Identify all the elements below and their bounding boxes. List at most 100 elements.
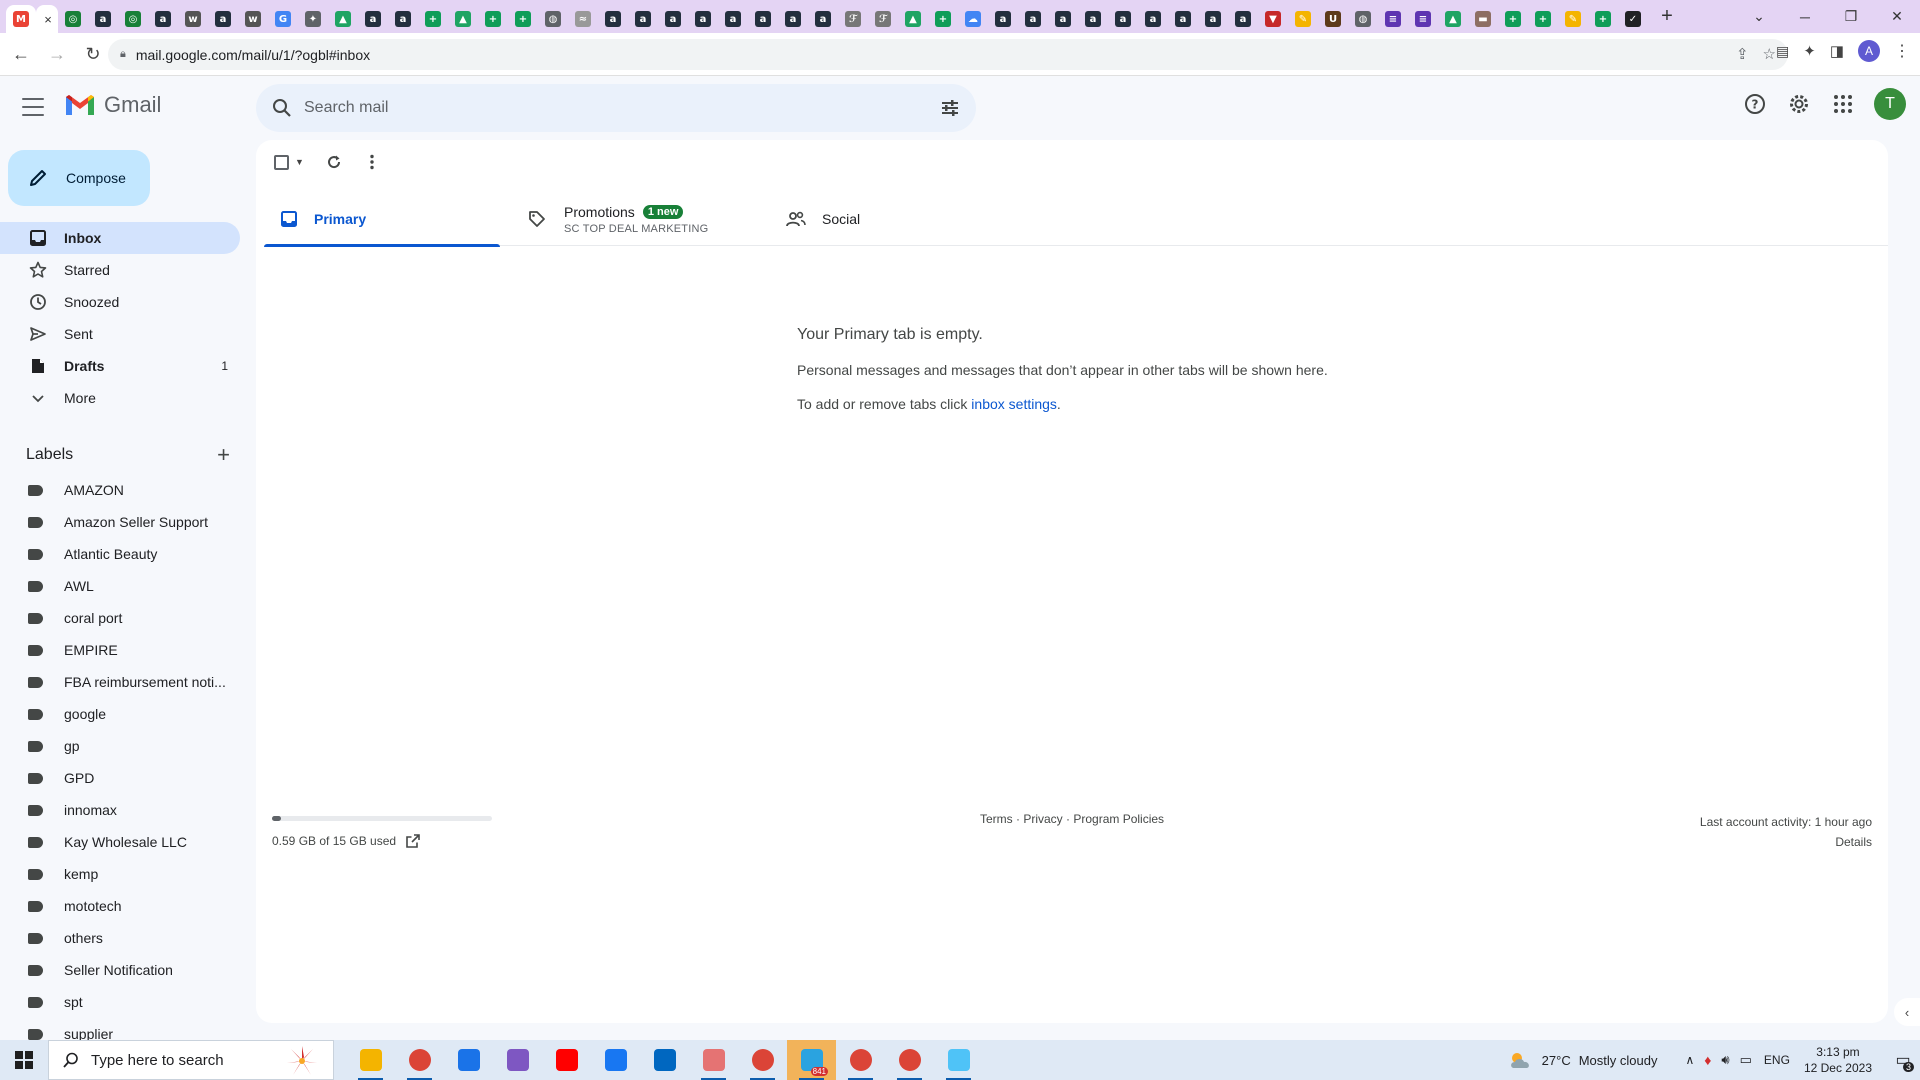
browser-profile-avatar[interactable]: A: [1858, 40, 1880, 62]
browser-tab[interactable]: ☁: [958, 5, 988, 33]
browser-tab[interactable]: a: [628, 5, 658, 33]
new-tab-button[interactable]: +: [1652, 5, 1682, 28]
browser-tab[interactable]: a: [1168, 5, 1198, 33]
chrome-profile-taskbar-button[interactable]: [395, 1040, 444, 1080]
browser-tab[interactable]: ✦: [298, 5, 328, 33]
settings-gear-icon[interactable]: [1786, 91, 1812, 117]
volume-icon[interactable]: 🔊︎: [1721, 1052, 1729, 1068]
clock[interactable]: 3:13 pm 12 Dec 2023: [1804, 1044, 1872, 1076]
browser-tab[interactable]: a: [748, 5, 778, 33]
label-item[interactable]: Atlantic Beauty: [0, 538, 240, 570]
browser-tab[interactable]: +: [478, 5, 508, 33]
facebook-taskbar-button[interactable]: [591, 1040, 640, 1080]
label-item[interactable]: EMPIRE: [0, 634, 240, 666]
close-window-button[interactable]: ✕: [1874, 0, 1920, 33]
browser-tab[interactable]: U: [1318, 5, 1348, 33]
tab-primary[interactable]: Primary: [264, 192, 500, 247]
label-item[interactable]: Seller Notification: [0, 954, 240, 986]
browser-tab[interactable]: a: [358, 5, 388, 33]
browser-menu-icon[interactable]: ⋮: [1894, 41, 1910, 61]
browser-tab[interactable]: ≡: [1378, 5, 1408, 33]
browser-tab[interactable]: a: [658, 5, 688, 33]
side-panel-icon[interactable]: ◨: [1830, 42, 1844, 60]
side-panel-toggle-icon[interactable]: ‹: [1894, 998, 1920, 1026]
back-button[interactable]: ←: [6, 39, 36, 69]
more-options-icon[interactable]: [364, 154, 380, 170]
browser-tab[interactable]: a: [88, 5, 118, 33]
browser-tab[interactable]: a: [688, 5, 718, 33]
sidebar-item-inbox[interactable]: Inbox: [0, 222, 240, 254]
label-item[interactable]: kemp: [0, 858, 240, 890]
privacy-link[interactable]: Privacy: [1023, 812, 1062, 826]
compose-button[interactable]: Compose: [8, 150, 150, 206]
account-avatar[interactable]: T: [1874, 88, 1906, 120]
file-explorer-taskbar-button[interactable]: [346, 1040, 395, 1080]
browser-tab[interactable]: ✓: [1618, 5, 1648, 33]
browser-tab[interactable]: ≈: [568, 5, 598, 33]
browser-tab[interactable]: a: [1048, 5, 1078, 33]
browser-tab[interactable]: a: [1228, 5, 1258, 33]
share-icon[interactable]: ⇪: [1736, 45, 1749, 63]
browser-tab[interactable]: ◎: [58, 5, 88, 33]
browser-tab[interactable]: ℱ: [838, 5, 868, 33]
label-item[interactable]: spt: [0, 986, 240, 1018]
search-options-icon[interactable]: [940, 98, 960, 118]
label-item[interactable]: GPD: [0, 762, 240, 794]
browser-tab[interactable]: ▲: [898, 5, 928, 33]
browser-tab[interactable]: ◎: [118, 5, 148, 33]
browser-tab[interactable]: +: [1588, 5, 1618, 33]
browser-tab[interactable]: a: [1018, 5, 1048, 33]
browser-tab[interactable]: +: [928, 5, 958, 33]
tab-social[interactable]: Social: [786, 192, 860, 246]
browser-tab[interactable]: a: [1108, 5, 1138, 33]
label-item[interactable]: innomax: [0, 794, 240, 826]
tray-overflow-chevron-icon[interactable]: ∧: [1685, 1053, 1694, 1067]
notifications-icon[interactable]: ▭ 3: [1886, 1040, 1920, 1080]
label-item[interactable]: others: [0, 922, 240, 954]
main-menu-icon[interactable]: [22, 98, 44, 116]
reload-button[interactable]: ↻: [78, 39, 108, 69]
weather-widget[interactable]: 27°C Mostly cloudy: [1508, 1050, 1657, 1070]
browser-tab[interactable]: ✎: [1288, 5, 1318, 33]
browser-tab[interactable]: +: [508, 5, 538, 33]
windows-start-icon[interactable]: [0, 1040, 48, 1080]
store-taskbar-button[interactable]: [640, 1040, 689, 1080]
browser-tab[interactable]: ▲: [1438, 5, 1468, 33]
label-item[interactable]: Amazon Seller Support: [0, 506, 240, 538]
sidebar-item-starred[interactable]: Starred: [0, 254, 240, 286]
snipping-taskbar-button[interactable]: [689, 1040, 738, 1080]
tab-search-chevron-icon[interactable]: ⌄: [1736, 0, 1782, 33]
browser-tab[interactable]: a: [808, 5, 838, 33]
active-tab-close[interactable]: ×: [36, 5, 58, 33]
copilot-taskbar-button[interactable]: [493, 1040, 542, 1080]
sidebar-item-sent[interactable]: Sent: [0, 318, 240, 350]
bookmark-star-icon[interactable]: ☆: [1763, 45, 1776, 63]
close-tab-icon[interactable]: ×: [44, 12, 52, 27]
browser-tab[interactable]: +: [418, 5, 448, 33]
search-icon[interactable]: [272, 98, 292, 118]
google-apps-icon[interactable]: [1830, 91, 1856, 117]
minimize-button[interactable]: ─: [1782, 0, 1828, 33]
extensions-puzzle-icon[interactable]: ✦: [1803, 42, 1816, 60]
language-indicator[interactable]: ENG: [1764, 1053, 1790, 1067]
browser-tab[interactable]: a: [778, 5, 808, 33]
open-external-icon[interactable]: [406, 834, 420, 848]
label-item[interactable]: FBA reimbursement noti...: [0, 666, 240, 698]
activity-details-link[interactable]: Details: [1700, 832, 1872, 852]
label-item[interactable]: AWL: [0, 570, 240, 602]
browser-tab[interactable]: ▲: [448, 5, 478, 33]
address-bar[interactable]: 🔒︎ mail.google.com/mail/u/1/?ogbl#inbox …: [108, 39, 1788, 70]
telegram-taskbar-button[interactable]: 841: [787, 1040, 836, 1080]
program-policies-link[interactable]: Program Policies: [1073, 812, 1164, 826]
browser-tab[interactable]: a: [598, 5, 628, 33]
search-input[interactable]: [304, 99, 904, 117]
sidebar-item-drafts[interactable]: Drafts 1: [0, 350, 240, 382]
browser-tab[interactable]: a: [208, 5, 238, 33]
browser-tab[interactable]: a: [718, 5, 748, 33]
browser-tab[interactable]: ✎: [1558, 5, 1588, 33]
refresh-icon[interactable]: [326, 154, 342, 170]
chrome-taskbar-button[interactable]: [885, 1040, 934, 1080]
browser-tab[interactable]: a: [1138, 5, 1168, 33]
label-item[interactable]: mototech: [0, 890, 240, 922]
sidebar-item-snoozed[interactable]: Snoozed: [0, 286, 240, 318]
